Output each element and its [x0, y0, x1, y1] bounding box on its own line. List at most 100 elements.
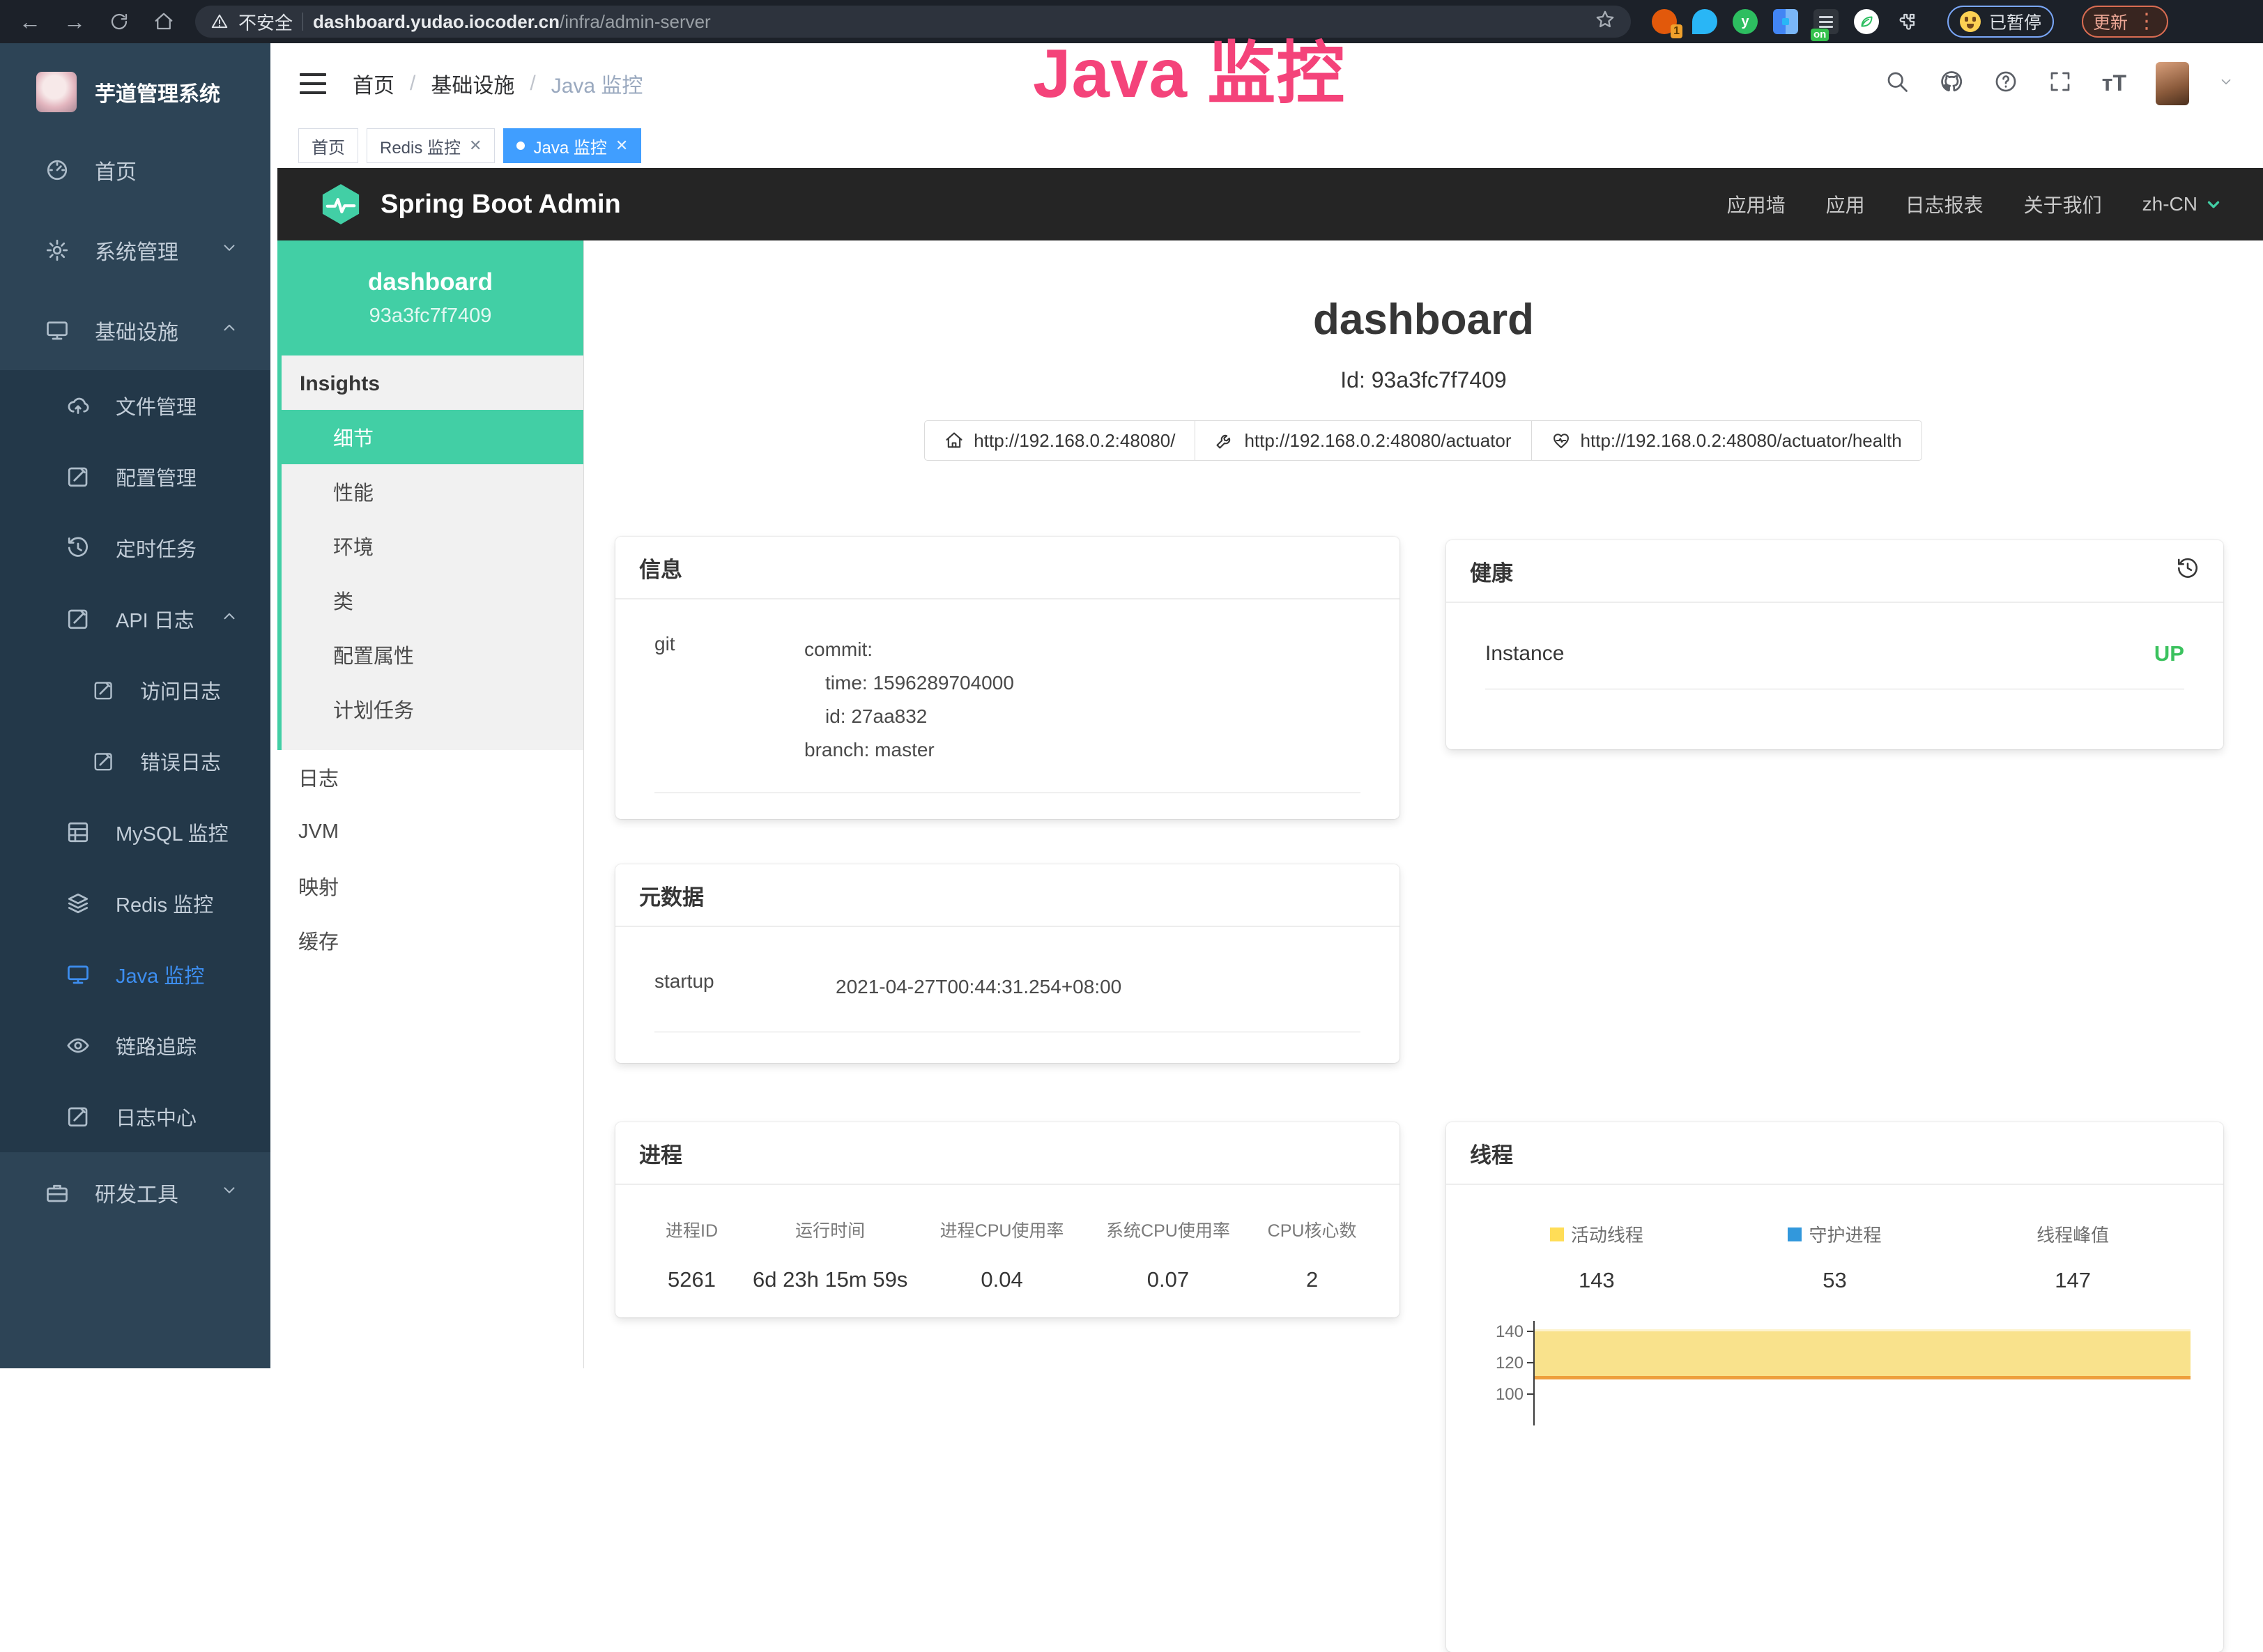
- close-icon[interactable]: ✕: [615, 137, 628, 155]
- service-url: http://192.168.0.2:48080/: [974, 430, 1175, 452]
- sidebar-item-error-log[interactable]: 错误日志: [0, 726, 270, 797]
- card-title: 健康: [1470, 556, 1513, 587]
- home-icon[interactable]: [151, 8, 177, 35]
- sidebar-item-redis[interactable]: Redis 监控: [0, 868, 270, 939]
- sidebar-item-label: 链路追踪: [116, 1031, 197, 1060]
- breadcrumb-separator: /: [530, 72, 535, 95]
- tab-redis[interactable]: Redis 监控 ✕: [367, 128, 495, 163]
- sba-instance-header[interactable]: dashboard 93a3fc7f7409: [277, 240, 583, 355]
- history-icon[interactable]: [2176, 556, 2200, 586]
- tab-home[interactable]: 首页: [298, 128, 358, 163]
- sidebar-item-api-log[interactable]: API 日志: [0, 583, 270, 655]
- url-path: /infra/admin-server: [560, 11, 711, 32]
- hamburger-icon[interactable]: [300, 73, 326, 94]
- profile-paused-pill[interactable]: 已暂停: [1947, 6, 2054, 38]
- sidebar-item-devtools[interactable]: 研发工具: [0, 1152, 270, 1232]
- update-pill[interactable]: 更新 ⋮: [2082, 6, 2168, 38]
- instance-links: http://192.168.0.2:48080/ http://192.168…: [584, 420, 2263, 461]
- help-icon[interactable]: [1993, 69, 2018, 98]
- sidebar-item-access-log[interactable]: 访问日志: [0, 655, 270, 726]
- sba-item-mappings[interactable]: 映射: [277, 859, 583, 913]
- process-col-header: CPU核心数: [1251, 1217, 1373, 1242]
- locale-select[interactable]: zh-CN: [2142, 193, 2223, 215]
- chevron-up-icon: [220, 607, 238, 631]
- sba-item-classes[interactable]: 类: [282, 573, 583, 627]
- metadata-card-body: startup 2021-04-27T00:44:31.254+08:00: [615, 927, 1399, 1032]
- sba-item-caches[interactable]: 缓存: [277, 913, 583, 968]
- process-pid: 5261: [642, 1267, 742, 1292]
- sba-item-logs[interactable]: 日志: [277, 750, 583, 804]
- sidebar-item-infra[interactable]: 基础设施: [0, 290, 270, 370]
- tab-java-active[interactable]: Java 监控 ✕: [503, 128, 641, 163]
- y-extension-icon[interactable]: y: [1733, 9, 1758, 34]
- sidebar-item-label: 定时任务: [116, 533, 197, 563]
- avatar-caret-icon[interactable]: [2218, 74, 2234, 93]
- bookmark-star-icon[interactable]: [1595, 9, 1616, 35]
- nav-journal[interactable]: 日志报表: [1905, 190, 1984, 218]
- sba-item-jvm[interactable]: JVM: [277, 804, 583, 859]
- table-grid-icon: [66, 820, 91, 845]
- edit-icon: [66, 464, 91, 489]
- breadcrumb-home[interactable]: 首页: [353, 68, 394, 99]
- health-card: 健康 Instance UP: [1446, 540, 2223, 749]
- sidebar-item-config[interactable]: 配置管理: [0, 441, 270, 512]
- dashboard-icon: [45, 158, 70, 183]
- annotation-overlay-text: Java 监控: [1033, 18, 1345, 117]
- forward-icon[interactable]: →: [61, 8, 88, 35]
- actuator-url-button[interactable]: http://192.168.0.2:48080/actuator: [1195, 420, 1531, 461]
- puzzle-extensions-icon[interactable]: [1894, 9, 1919, 34]
- close-icon[interactable]: ✕: [469, 137, 482, 155]
- sba-item-scheduled[interactable]: 计划任务: [282, 682, 583, 736]
- leaf-extension-icon[interactable]: [1854, 9, 1879, 34]
- sidebar-item-log-center[interactable]: 日志中心: [0, 1081, 270, 1152]
- app-logo-row[interactable]: 芋道管理系统: [0, 43, 270, 130]
- fullscreen-icon[interactable]: [2048, 69, 2073, 98]
- card-title: 线程: [1470, 1138, 1513, 1169]
- reload-icon[interactable]: [106, 8, 132, 35]
- chart-plot-area: [1533, 1321, 2192, 1425]
- sidebar-item-jobs[interactable]: 定时任务: [0, 512, 270, 583]
- nav-about[interactable]: 关于我们: [2024, 190, 2102, 218]
- github-icon[interactable]: [1939, 69, 1964, 98]
- info-card-header: 信息: [615, 537, 1399, 599]
- nav-wall[interactable]: 应用墙: [1727, 190, 1786, 218]
- home-icon: [944, 431, 964, 450]
- url-host: dashboard.yudao.iocoder.cn: [313, 11, 560, 32]
- back-icon[interactable]: ←: [17, 8, 43, 35]
- onetab-extension-icon[interactable]: on: [1813, 9, 1839, 34]
- search-icon[interactable]: [1885, 69, 1910, 98]
- health-url-button[interactable]: http://192.168.0.2:48080/actuator/health: [1531, 420, 1922, 461]
- sidebar-item-mysql[interactable]: MySQL 监控: [0, 797, 270, 868]
- sidebar-item-system[interactable]: 系统管理: [0, 210, 270, 290]
- stat-value: 143: [1478, 1268, 1716, 1293]
- system-cpu: 0.07: [1085, 1267, 1251, 1292]
- update-label: 更新: [2093, 9, 2128, 34]
- health-url: http://192.168.0.2:48080/actuator/health: [1581, 430, 1902, 452]
- sba-item-env[interactable]: 环境: [282, 519, 583, 573]
- sidebar-item-label: 配置管理: [116, 462, 197, 491]
- process-col-header: 系统CPU使用率: [1085, 1217, 1251, 1242]
- address-bar[interactable]: 不安全 dashboard.yudao.iocoder.cn/infra/adm…: [195, 6, 1631, 38]
- sba-item-configprops[interactable]: 配置属性: [282, 627, 583, 682]
- edit-icon: [66, 606, 91, 632]
- sba-item-metrics[interactable]: 性能: [282, 464, 583, 519]
- sba-brand[interactable]: Spring Boot Admin: [318, 181, 621, 227]
- sidebar-item-home[interactable]: 首页: [0, 130, 270, 210]
- nav-applications[interactable]: 应用: [1826, 190, 1865, 218]
- sidebar-item-trace[interactable]: 链路追踪: [0, 1010, 270, 1081]
- content-scroll-gutter[interactable]: [270, 43, 277, 1368]
- sba-item-details[interactable]: 细节: [282, 410, 583, 464]
- menu-kebab-icon[interactable]: ⋮: [2136, 11, 2157, 32]
- sidebar-item-files[interactable]: 文件管理: [0, 370, 270, 441]
- shield-extension-icon[interactable]: 1: [1652, 9, 1677, 34]
- process-table: 进程ID 运行时间 进程CPU使用率 系统CPU使用率 CPU核心数 5261 …: [642, 1217, 1373, 1292]
- grid-extension-icon[interactable]: [1773, 9, 1798, 34]
- y-tick-100: 100: [1496, 1385, 1524, 1405]
- sidebar-item-java-active[interactable]: Java 监控: [0, 939, 270, 1010]
- service-url-button[interactable]: http://192.168.0.2:48080/: [924, 420, 1195, 461]
- user-avatar[interactable]: [2156, 62, 2189, 105]
- font-size-icon[interactable]: тT: [2102, 70, 2126, 96]
- pin-extension-icon[interactable]: [1692, 9, 1717, 34]
- breadcrumb-infra[interactable]: 基础设施: [431, 68, 514, 99]
- health-key: Instance: [1485, 642, 1564, 666]
